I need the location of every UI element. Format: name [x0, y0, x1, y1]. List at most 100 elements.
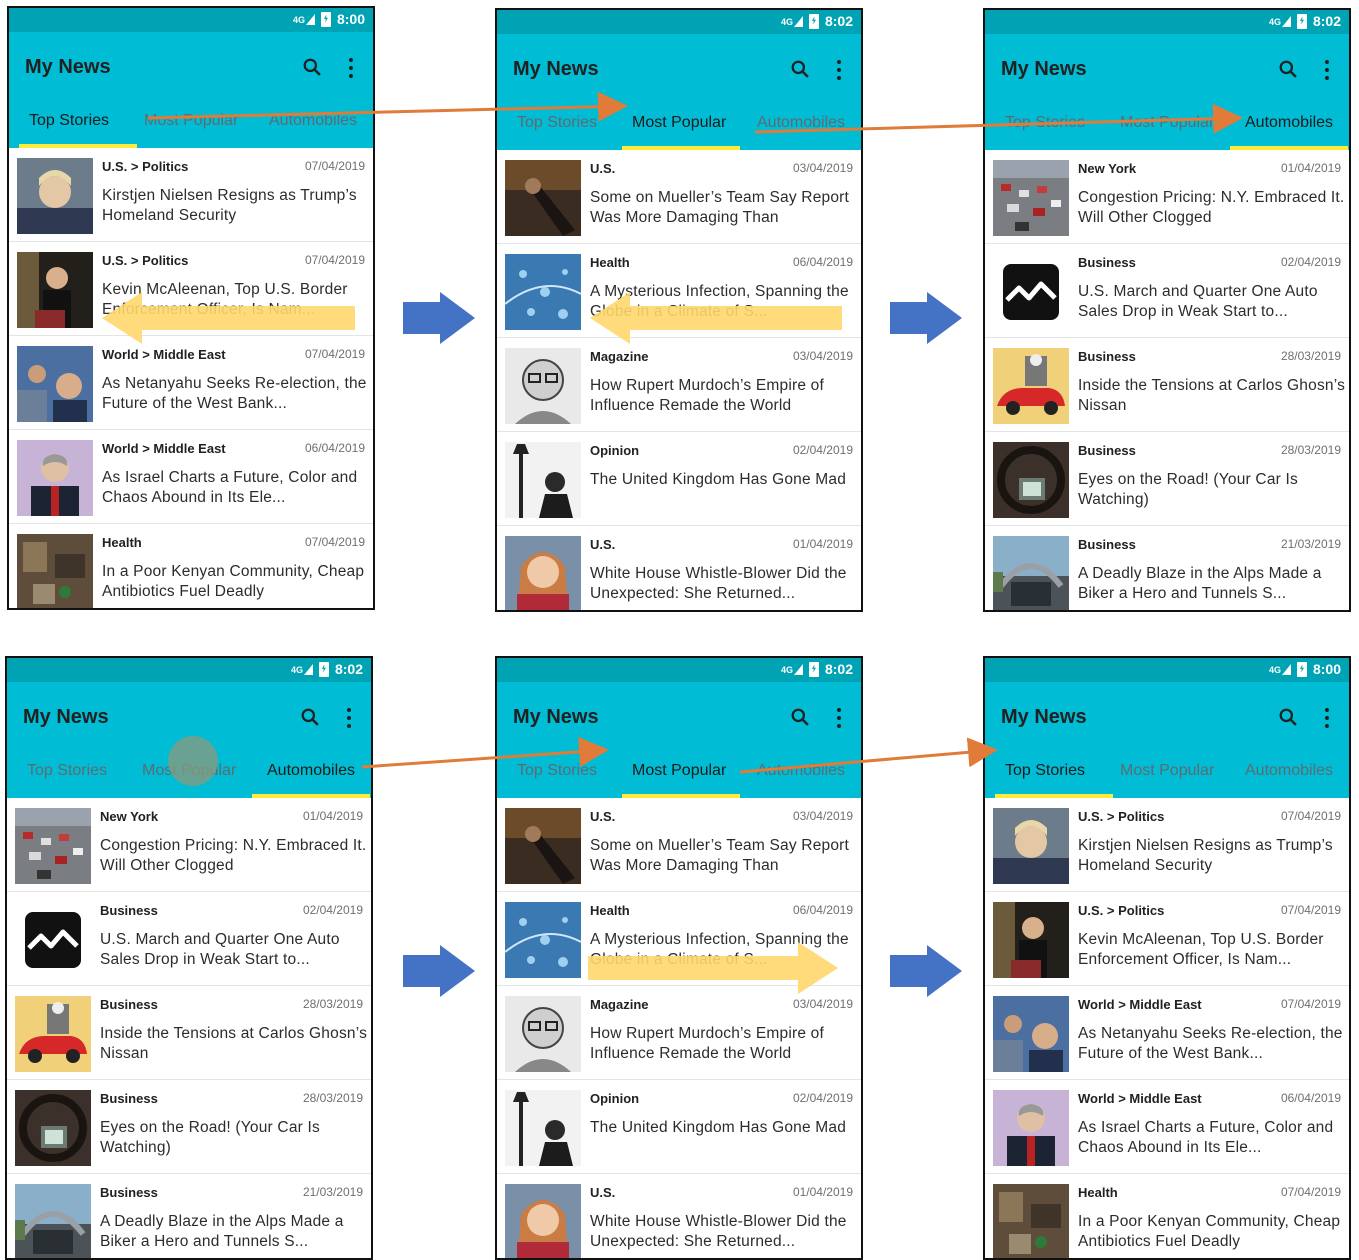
article-date: 28/03/2019	[1280, 349, 1341, 363]
more-vert-icon[interactable]	[1323, 708, 1331, 728]
tab-most-popular[interactable]: Most Popular	[1120, 762, 1214, 780]
more-vert-icon[interactable]	[1323, 60, 1331, 80]
search-icon[interactable]	[791, 60, 809, 78]
article-item[interactable]: Business 28/03/2019 Eyes on the Road! (You…	[985, 432, 1349, 526]
article-item[interactable]: U.S. 01/04/2019 White House Whistle-Blower…	[497, 526, 861, 610]
tab-most-popular[interactable]: Most Popular	[632, 762, 726, 780]
app-title: My News	[513, 58, 599, 80]
article-item[interactable]: U.S. 03/04/2019 Some on Mueller’s Team Say…	[497, 150, 861, 244]
article-item[interactable]: U.S. > Politics 07/04/2019 Kirstjen Nielse…	[985, 798, 1349, 892]
article-date: 02/04/2019	[792, 1091, 853, 1105]
article-item[interactable]: Health 07/04/2019 In a Poor Kenyan Communi…	[985, 1174, 1349, 1258]
search-icon[interactable]	[1279, 708, 1297, 726]
article-item[interactable]: Health 06/04/2019 A Mysterious Infection, …	[497, 244, 861, 338]
article-section: Business	[100, 997, 158, 1012]
article-item[interactable]: Business 02/04/2019 U.S. March and Quarter…	[7, 892, 371, 986]
article-item[interactable]: U.S. > Politics 07/04/2019 Kevin McAleenan…	[985, 892, 1349, 986]
article-headline: Inside the Tensions at Carlos Ghosn’s Ni…	[100, 1025, 368, 1062]
more-vert-icon[interactable]	[835, 708, 843, 728]
more-vert-icon[interactable]	[347, 58, 355, 78]
article-thumbnail	[505, 160, 581, 236]
tab-most-popular[interactable]: Most Popular	[142, 762, 236, 780]
tab-automobiles[interactable]: Automobiles	[757, 762, 845, 780]
article-item[interactable]: World > Middle East 07/04/2019 As Netanyah…	[985, 986, 1349, 1080]
search-icon[interactable]	[1279, 60, 1297, 78]
tab-top-stories[interactable]: Top Stories	[29, 112, 109, 130]
article-section: Opinion	[590, 443, 640, 458]
article-item[interactable]: U.S. 03/04/2019 Some on Mueller’s Team Say…	[497, 798, 861, 892]
article-headline: Kirstjen Nielsen Resigns as Trump’s Home…	[102, 187, 357, 224]
article-headline: Some on Mueller’s Team Say Report Was Mo…	[590, 837, 850, 874]
article-item[interactable]: New York 01/04/2019 Congestion Pricing: N.…	[7, 798, 371, 892]
tab-top-stories[interactable]: Top Stories	[517, 762, 597, 780]
search-icon[interactable]	[303, 58, 321, 76]
tab-automobiles[interactable]: Automobiles	[269, 112, 357, 130]
article-item[interactable]: Opinion 02/04/2019 The United Kingdom Has …	[497, 432, 861, 526]
article-headline: A Mysterious Infection, Spanning the Glo…	[590, 283, 849, 320]
article-date: 28/03/2019	[302, 997, 363, 1011]
article-item[interactable]: World > Middle East 06/04/2019 As Israel C…	[985, 1080, 1349, 1174]
search-icon[interactable]	[301, 708, 319, 726]
article-thumbnail	[17, 346, 93, 422]
article-list: U.S. > Politics 07/04/2019 Kirstjen Nielse…	[9, 148, 373, 608]
app-bar: My News	[497, 682, 861, 754]
article-item[interactable]: Business 28/03/2019 Eyes on the Road! (You…	[7, 1080, 371, 1174]
tab-top-stories[interactable]: Top Stories	[1005, 762, 1085, 780]
tab-most-popular[interactable]: Most Popular	[632, 114, 726, 132]
tab-automobiles[interactable]: Automobiles	[757, 114, 845, 132]
tab-most-popular[interactable]: Most Popular	[144, 112, 238, 130]
article-date: 01/04/2019	[792, 1185, 853, 1199]
article-thumbnail	[993, 1184, 1069, 1258]
article-thumbnail	[993, 808, 1069, 884]
article-item[interactable]: Business 28/03/2019 Inside the Tensions at…	[985, 338, 1349, 432]
article-headline: Inside the Tensions at Carlos Ghosn’s Ni…	[1078, 377, 1346, 414]
article-item[interactable]: Health 07/04/2019 In a Poor Kenyan Communi…	[9, 524, 373, 608]
article-date: 07/04/2019	[304, 253, 365, 267]
phone-screen: 4G 8:02 My News Top Stories Most Popular Auto…	[983, 8, 1351, 612]
article-item[interactable]: U.S. 01/04/2019 White House Whistle-Blower…	[497, 1174, 861, 1258]
tab-automobiles[interactable]: Automobiles	[1245, 762, 1333, 780]
article-date: 03/04/2019	[792, 809, 853, 823]
tab-automobiles[interactable]: Automobiles	[267, 762, 355, 780]
article-section: Health	[102, 535, 142, 550]
article-item[interactable]: Health 06/04/2019 A Mysterious Infection, …	[497, 892, 861, 986]
article-item[interactable]: World > Middle East 06/04/2019 As Israel C…	[9, 430, 373, 524]
status-bar: 4G 8:02	[497, 10, 861, 34]
article-headline: Congestion Pricing: N.Y. Embraced It. Wi…	[100, 837, 367, 874]
tab-top-stories[interactable]: Top Stories	[517, 114, 597, 132]
article-thumbnail	[17, 158, 93, 234]
tab-automobiles[interactable]: Automobiles	[1245, 114, 1333, 132]
article-section: Health	[1078, 1185, 1118, 1200]
tab-top-stories[interactable]: Top Stories	[27, 762, 107, 780]
signal-4g-icon: 4G	[291, 663, 313, 675]
signal-4g-icon: 4G	[1269, 663, 1291, 675]
tab-top-stories[interactable]: Top Stories	[1005, 114, 1085, 132]
article-item[interactable]: New York 01/04/2019 Congestion Pricing: N.…	[985, 150, 1349, 244]
article-item[interactable]: Magazine 03/04/2019 How Rupert Murdoch’s E…	[497, 338, 861, 432]
more-vert-icon[interactable]	[835, 60, 843, 80]
app-bar: My News	[9, 32, 373, 104]
tab-bar: Top Stories Most Popular Automobiles	[7, 754, 371, 798]
article-date: 03/04/2019	[792, 349, 853, 363]
more-vert-icon[interactable]	[345, 708, 353, 728]
article-date: 07/04/2019	[304, 159, 365, 173]
article-section: World > Middle East	[102, 441, 226, 456]
battery-charging-icon	[318, 661, 329, 677]
article-section: Business	[1078, 443, 1136, 458]
article-item[interactable]: World > Middle East 07/04/2019 As Netanyah…	[9, 336, 373, 430]
article-date: 02/04/2019	[1280, 255, 1341, 269]
article-section: U.S.	[590, 537, 616, 552]
article-item[interactable]: Magazine 03/04/2019 How Rupert Murdoch’s E…	[497, 986, 861, 1080]
article-item[interactable]: U.S. > Politics 07/04/2019 Kirstjen Nielse…	[9, 148, 373, 242]
article-item[interactable]: U.S. > Politics 07/04/2019 Kevin McAleenan…	[9, 242, 373, 336]
article-item[interactable]: Opinion 02/04/2019 The United Kingdom Has …	[497, 1080, 861, 1174]
article-item[interactable]: Business 02/04/2019 U.S. March and Quarter…	[985, 244, 1349, 338]
tab-bar: Top Stories Most Popular Automobiles	[985, 106, 1349, 150]
status-time: 8:00	[1312, 661, 1341, 677]
article-section: Opinion	[590, 1091, 640, 1106]
article-item[interactable]: Business 28/03/2019 Inside the Tensions at…	[7, 986, 371, 1080]
article-item[interactable]: Business 21/03/2019 A Deadly Blaze in the …	[7, 1174, 371, 1258]
article-item[interactable]: Business 21/03/2019 A Deadly Blaze in the …	[985, 526, 1349, 610]
tab-most-popular[interactable]: Most Popular	[1120, 114, 1214, 132]
search-icon[interactable]	[791, 708, 809, 726]
